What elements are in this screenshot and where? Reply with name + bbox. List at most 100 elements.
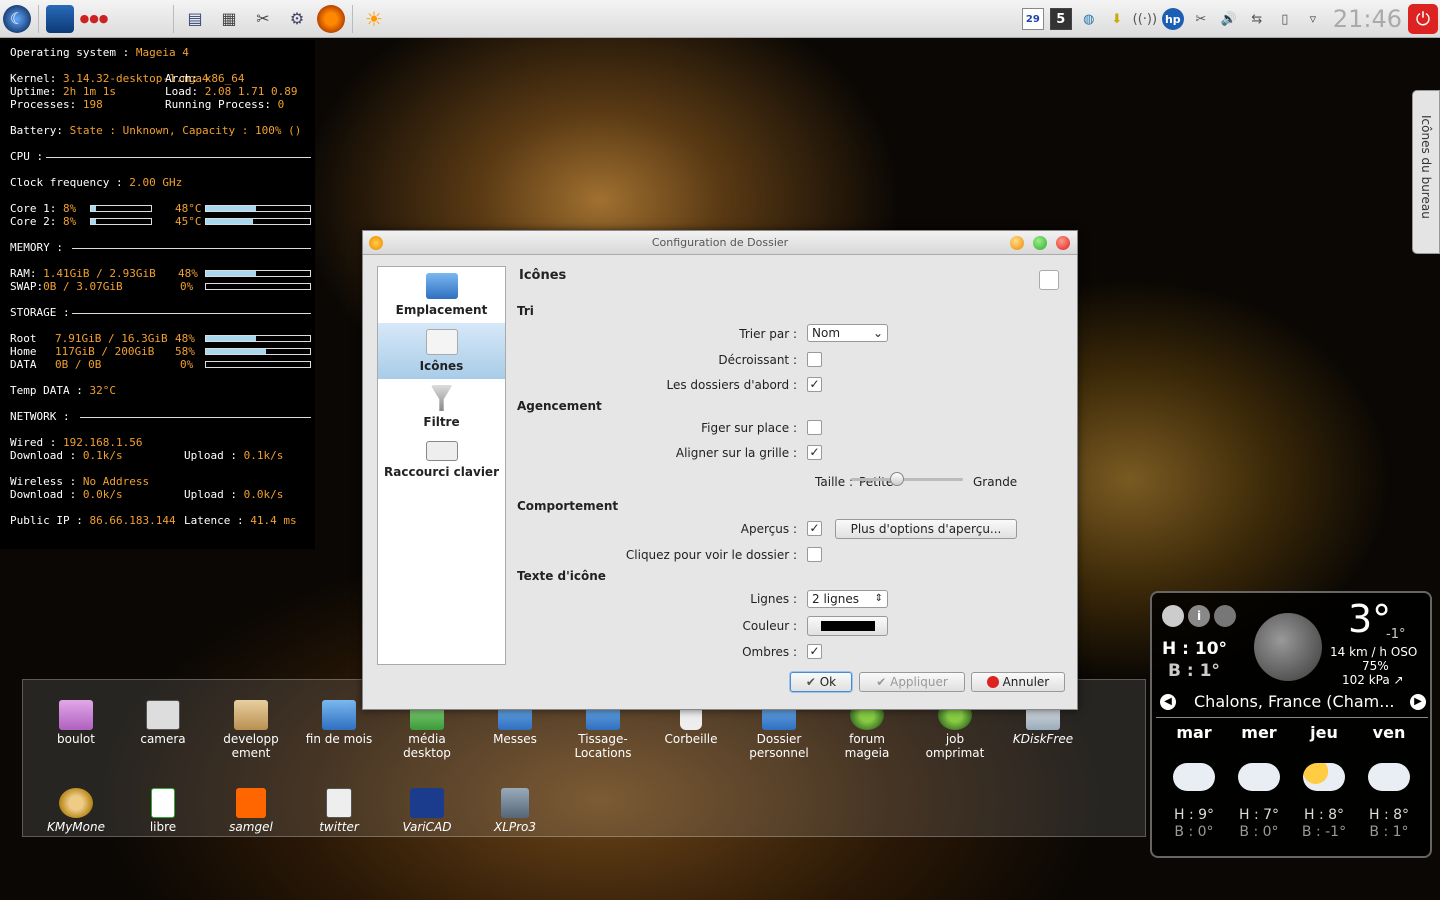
slider-handle[interactable] [890,472,905,486]
sidebar-item-icones[interactable]: Icônes [378,323,505,379]
preview-options-button[interactable]: Plus d'options d'aperçu... [835,519,1017,539]
desktop-icon-label: boulot [57,732,95,746]
label-lignes: Lignes : [750,592,797,606]
sun-icon[interactable] [1162,605,1184,627]
checkbox-decroissant[interactable] [807,352,822,367]
desktop-icon-xlpro3[interactable]: XLPro3 [475,788,555,834]
desktop-icon-libre[interactable]: libre [123,788,203,834]
ram-line: RAM: 1.41GiB / 2.93GiB [10,267,156,280]
desktop-icon-kmymoney[interactable]: KMyMone [36,788,116,834]
label-taille: Taille : [815,475,853,489]
workspace-badge[interactable]: 5 [1049,8,1072,30]
update-icon[interactable]: ⬇ [1106,8,1128,30]
hp-icon[interactable]: hp [1161,8,1184,30]
size-slider[interactable] [851,469,963,489]
checkbox-cliquez[interactable] [807,547,822,562]
clock-line: Clock frequency : 2.00 GHz [10,176,183,189]
sort-select[interactable]: Nom ⌄ [807,324,888,342]
day-high: H : 8° [1368,807,1410,823]
desktop-icon-samgel[interactable]: samgel [211,788,291,834]
globe-icon[interactable]: ◍ [1078,8,1100,30]
monitor-icon[interactable]: ▤ [181,5,209,33]
core2-temp-fill [206,219,253,224]
calculator-icon[interactable]: ▦ [215,5,243,33]
desktop-icons-tab[interactable]: Icônes du bureau [1412,90,1440,254]
label-figer: Figer sur place : [701,421,797,435]
tools-icon[interactable]: ✂ [249,5,277,33]
desktop-icon-developpement[interactable]: developp ement [211,700,291,760]
cancel-button[interactable]: Annuler [971,672,1065,692]
label-decroissant: Décroissant : [718,353,797,367]
config-icon[interactable] [1039,270,1059,290]
sidebar-item-raccourci[interactable]: Raccourci clavier [378,435,505,505]
dialog-titlebar[interactable]: Configuration de Dossier [363,231,1077,255]
app-icon [369,236,383,250]
system-tray: 29 5 ◍ ⬇ ((·)) hp ✂ 🔊 ⇆ ▯ ▿ 21:46 ⏻ [1019,0,1440,38]
desktop-icon[interactable] [46,4,74,33]
ok-button[interactable]: ✔ Ok [790,672,852,692]
section-tri: Tri [517,304,534,318]
info-icon[interactable]: i [1188,605,1210,627]
public-ip-line: Public IP : 86.66.183.144 [10,514,176,527]
maximize-button[interactable] [1033,236,1047,250]
sidebar-item-emplacement[interactable]: Emplacement [378,267,505,323]
pager-icon[interactable] [114,5,166,33]
checkbox-aligner[interactable]: ✓ [807,445,822,460]
checkbox-dossiers[interactable]: ✓ [807,377,822,392]
next-location-icon[interactable]: ▶ [1410,694,1426,710]
data-label: DATA [10,358,37,371]
size-max-label: Grande [973,475,1018,489]
scissors-icon[interactable]: ✂ [1190,8,1212,30]
page-title: Icônes [519,268,567,283]
ram-fill [206,271,256,276]
sun-icon[interactable]: ☀ [360,5,388,33]
settings-icon[interactable]: ⚙ [283,5,311,33]
apply-button[interactable]: ✔ Appliquer [859,672,965,692]
desktop-icon-camera[interactable]: camera [123,700,203,746]
desktop-icon-twitter[interactable]: twitter [299,788,379,834]
volume-icon[interactable]: 🔊 [1218,8,1240,30]
checkbox-figer[interactable] [807,420,822,435]
globe-icon[interactable] [1214,605,1236,627]
day-high: H : 9° [1173,807,1215,823]
desktop-icon-varicad[interactable]: VariCAD [387,788,467,834]
sidebar-item-filtre[interactable]: Filtre [378,379,505,435]
checkbox-apercus[interactable]: ✓ [807,521,822,536]
sidebar-item-label: Icônes [419,359,464,373]
color-button[interactable] [807,616,888,636]
wireless-icon[interactable]: ((·)) [1133,8,1157,30]
day-name: ven [1372,723,1406,742]
varicad-icon [410,788,444,818]
mageia-menu-icon[interactable]: ☾ [3,4,31,33]
load-line: Load: 2.08 1.71 0.89 [165,85,298,98]
power-icon[interactable]: ⏻ [1408,4,1438,34]
os-line: Operating system : Mageia 4 [10,46,189,59]
humidity: 75% [1362,659,1389,673]
camera-icon [146,700,180,730]
ram-pct: 48% [178,267,198,280]
spin-arrows-icon[interactable]: ⇕ [875,591,883,607]
prev-location-icon[interactable]: ◀ [1160,694,1176,710]
network-app-icon [501,788,529,818]
clipboard-icon[interactable]: ▯ [1274,8,1296,30]
color-swatch [820,621,875,631]
minimize-button[interactable] [1010,236,1024,250]
checkbox-ombres[interactable]: ✓ [807,644,822,659]
desktop-icon-label: Corbeille [664,732,718,746]
wireless-line: Wireless : No Address [10,475,150,488]
data-bar [205,361,311,368]
section-texte: Texte d'icône [517,569,606,583]
desktop-icon-boulot[interactable]: boulot [36,700,116,746]
dots-icon[interactable]: ●●● [80,5,109,33]
check-icon: ✔ [876,675,887,689]
day-name: mar [1176,723,1212,742]
clock[interactable]: 21:46 [1333,5,1402,33]
chevron-down-icon[interactable]: ▿ [1302,8,1324,30]
firefox-icon[interactable] [317,4,345,33]
lines-spinbox[interactable]: 2 lignes ⇕ [807,590,888,608]
close-button[interactable] [1056,236,1070,250]
calendar-icon[interactable]: 29 [1021,8,1044,30]
separator [38,4,39,33]
cancel-icon [986,676,999,688]
network-icon[interactable]: ⇆ [1246,8,1268,30]
